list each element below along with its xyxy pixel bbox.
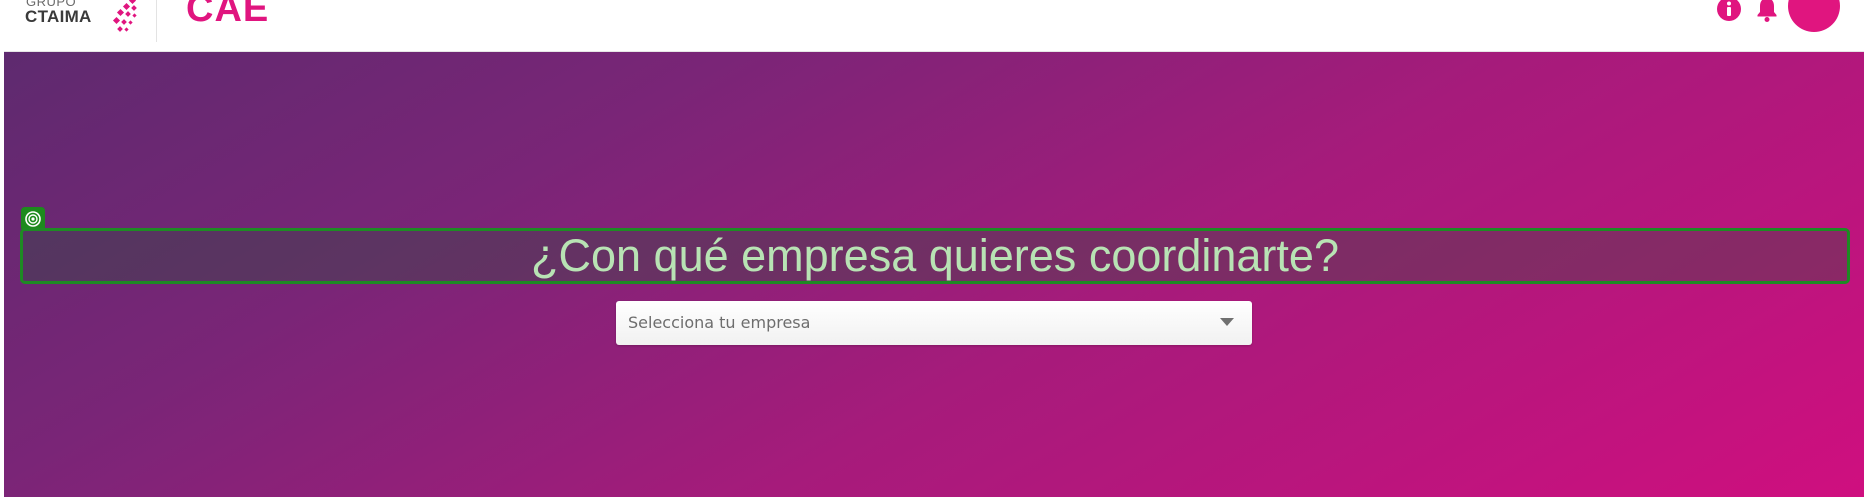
bell-icon[interactable] <box>1754 0 1780 22</box>
app-title: CAE <box>186 0 270 30</box>
page-title: ¿Con qué empresa quieres coordinarte? <box>531 230 1339 281</box>
company-select-placeholder: Selecciona tu empresa <box>628 313 811 332</box>
hero-section: ¿Con qué empresa quieres coordinarte? Se… <box>4 52 1864 497</box>
chevron-down-icon[interactable] <box>1220 318 1234 326</box>
logo-mark-icon <box>112 0 137 32</box>
company-select[interactable]: Selecciona tu empresa <box>616 301 1252 345</box>
info-icon[interactable] <box>1716 0 1742 22</box>
top-bar: GRUPO CTAIMA CAE <box>4 0 1864 52</box>
user-avatar[interactable] <box>1788 0 1840 32</box>
logo-company-name: CTAIMA <box>25 7 92 26</box>
header-divider <box>156 0 157 42</box>
page: GRUPO CTAIMA CAE ¿Con qué empresa quiere… <box>0 0 1868 497</box>
